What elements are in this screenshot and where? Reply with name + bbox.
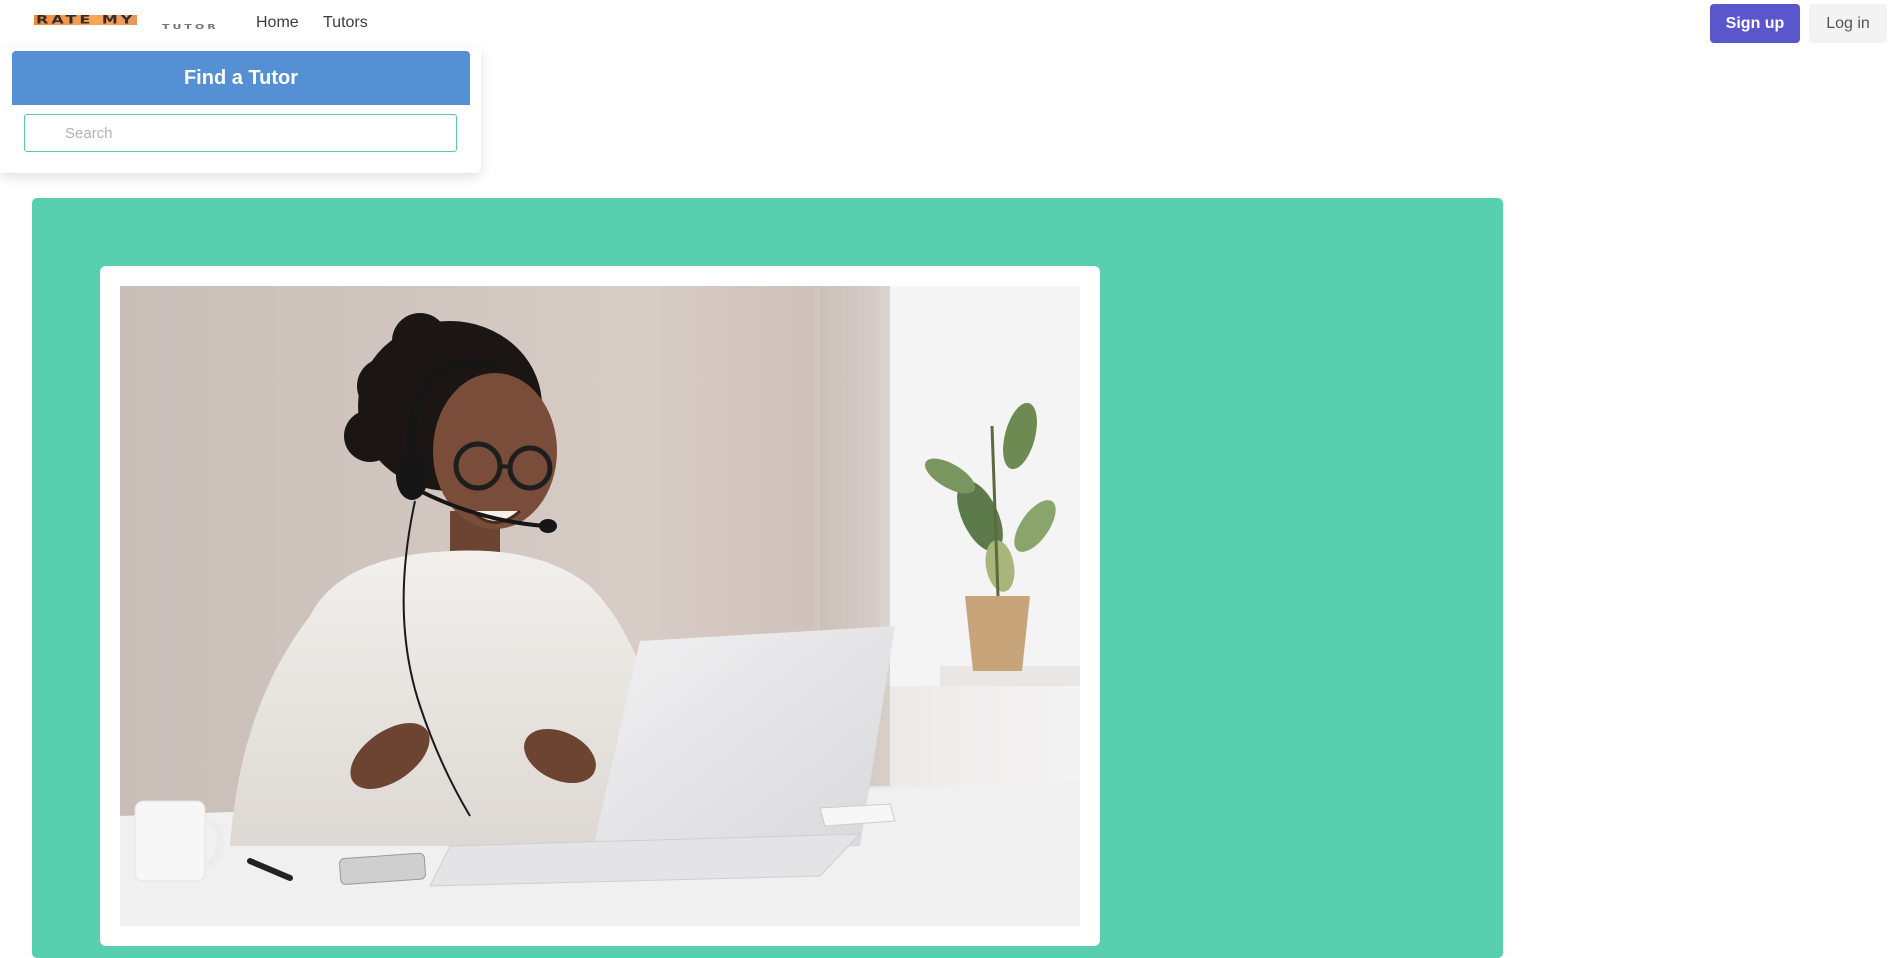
log-in-button[interactable]: Log in bbox=[1809, 4, 1887, 43]
find-tutor-panel: Find a Tutor bbox=[0, 48, 481, 173]
top-navbar: RATE MY TUTOR Home Tutors Sign up Log in bbox=[0, 0, 1900, 48]
logo-sub-text: TUTOR bbox=[162, 23, 219, 31]
site-logo[interactable]: RATE MY TUTOR bbox=[34, 15, 230, 32]
find-tutor-header[interactable]: Find a Tutor bbox=[12, 51, 470, 105]
woman-with-headset-at-laptop-icon bbox=[120, 286, 1080, 926]
nav-link-tutors[interactable]: Tutors bbox=[323, 14, 368, 32]
tutor-search-input[interactable] bbox=[24, 114, 457, 152]
hero-photo bbox=[120, 286, 1080, 926]
nav-link-home[interactable]: Home bbox=[256, 14, 299, 32]
logo-main-text: RATE MY bbox=[34, 15, 138, 27]
sign-up-button[interactable]: Sign up bbox=[1710, 4, 1800, 43]
